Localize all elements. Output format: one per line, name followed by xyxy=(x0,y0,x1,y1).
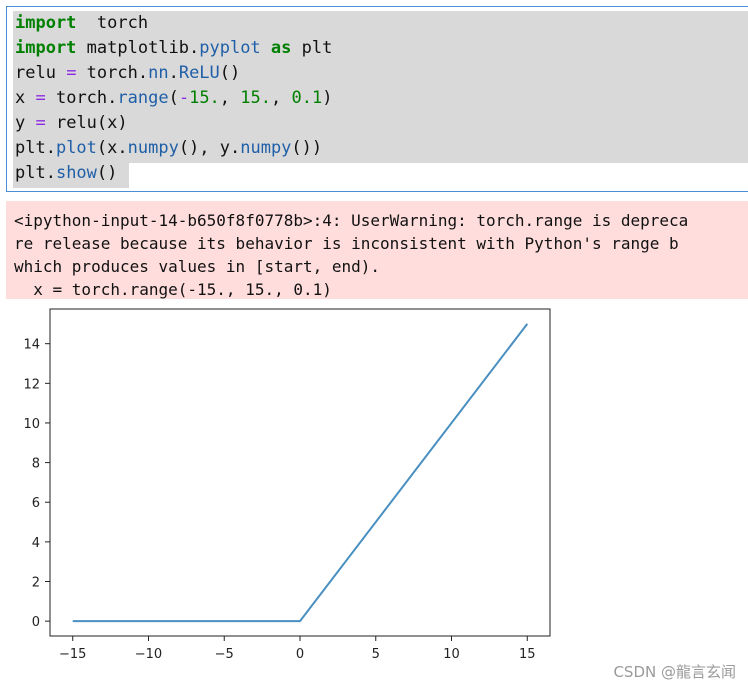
y-tick-label: 2 xyxy=(32,576,40,591)
y-tick-label: 10 xyxy=(23,417,40,432)
x-tick-label: −15 xyxy=(59,647,86,662)
x-tick-label: 0 xyxy=(296,647,304,662)
x-tick-label: −5 xyxy=(215,647,234,662)
y-tick-label: 4 xyxy=(32,536,40,551)
y-tick-label: 12 xyxy=(23,377,40,392)
x-tick-label: −10 xyxy=(135,647,162,662)
y-tick-label: 0 xyxy=(32,615,40,630)
x-tick-label: 10 xyxy=(443,647,460,662)
x-tick-label: 15 xyxy=(519,647,536,662)
y-tick-label: 14 xyxy=(23,338,40,353)
plot-frame xyxy=(49,308,551,637)
relu-plot: −15 −10 −5 0 5 10 15 0 2 4 6 8 10 12 14 xyxy=(23,308,551,662)
y-tick-label: 8 xyxy=(32,457,40,472)
x-tick-label: 5 xyxy=(372,647,380,662)
watermark: CSDN @龍言玄闻 xyxy=(613,663,736,681)
y-tick-label: 6 xyxy=(32,496,40,511)
